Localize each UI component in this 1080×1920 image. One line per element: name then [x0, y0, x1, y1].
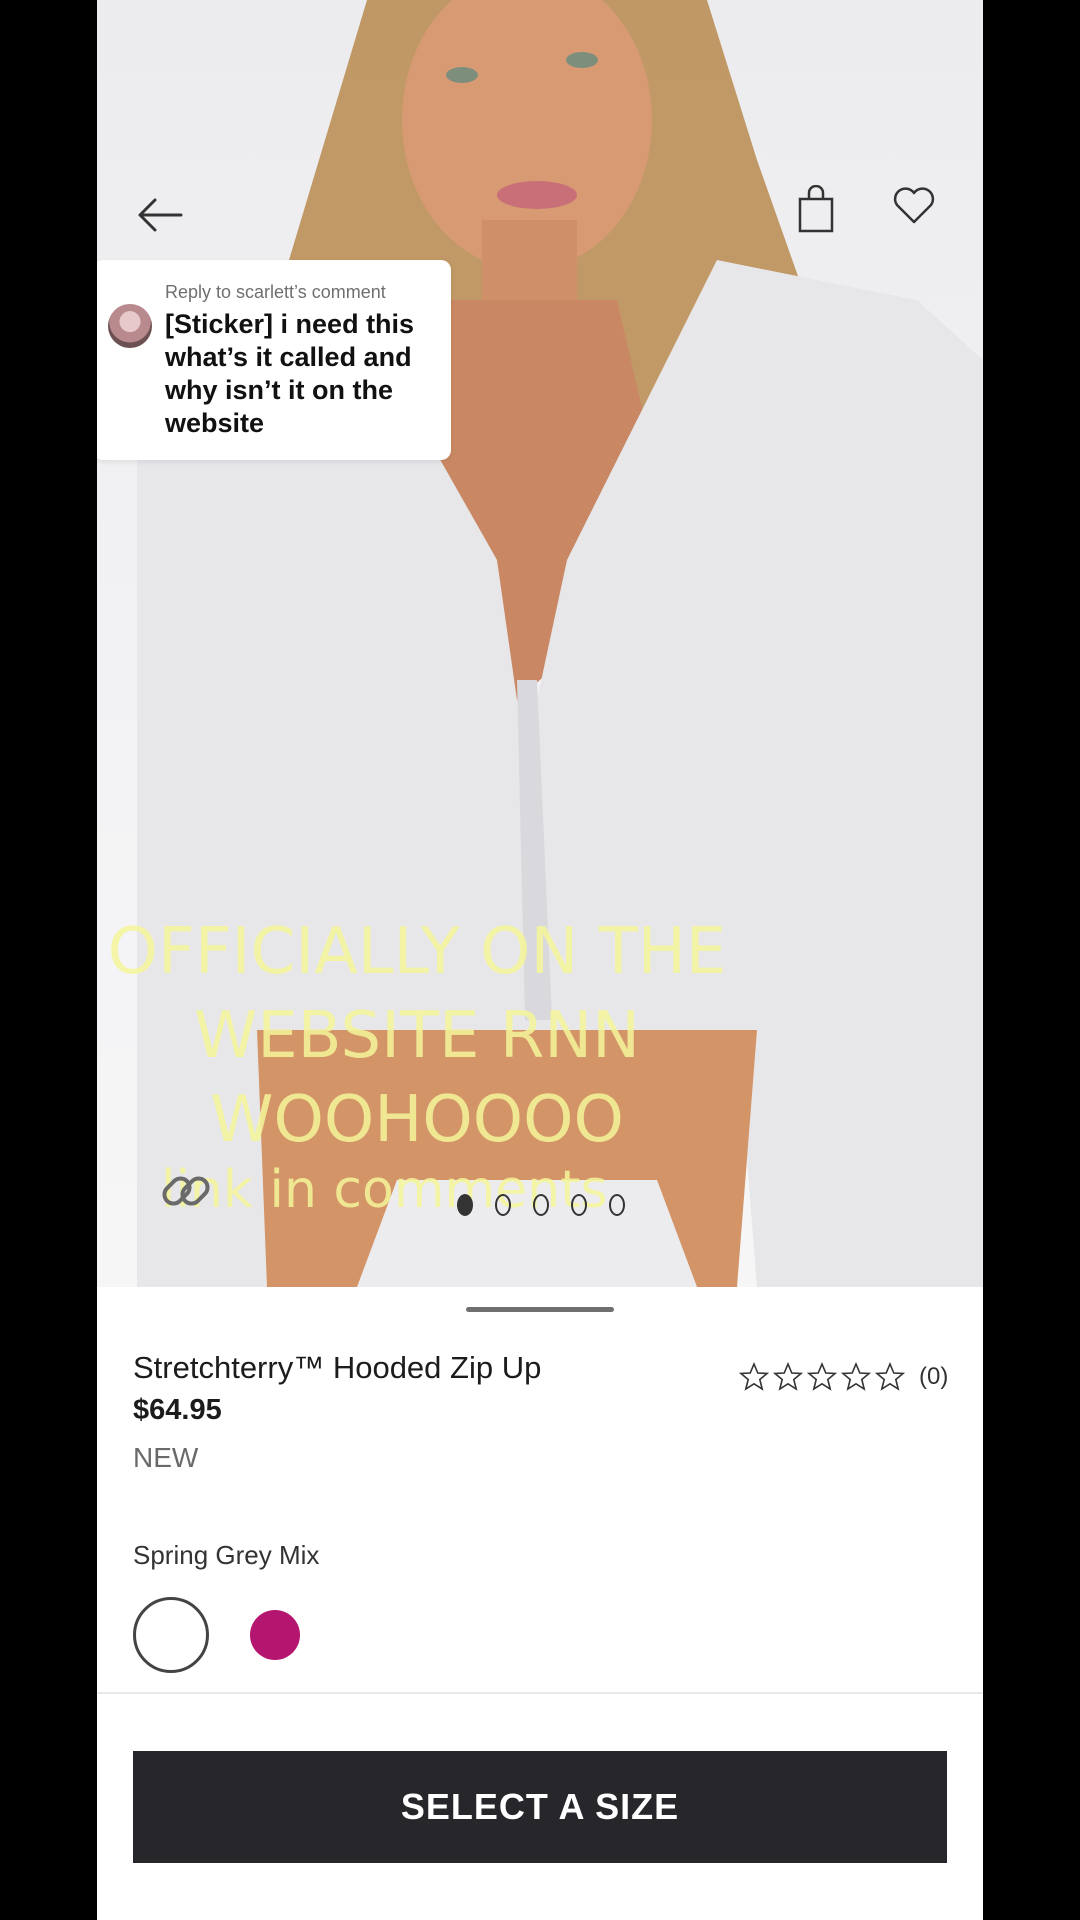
rating-count: (0)	[919, 1363, 949, 1390]
select-size-button[interactable]: SELECT A SIZE	[133, 1751, 947, 1863]
comment-reply-card[interactable]: Reply to scarlett’s comment [Sticker] i …	[97, 260, 451, 460]
star-icon	[875, 1362, 905, 1391]
carousel-dot[interactable]	[609, 1194, 625, 1216]
product-image[interactable]: Reply to scarlett’s comment [Sticker] i …	[97, 0, 983, 1287]
product-title: Stretchterry™ Hooded Zip Up	[133, 1350, 542, 1385]
star-icon	[773, 1362, 803, 1391]
product-price: $64.95	[133, 1394, 222, 1426]
carousel-dot[interactable]	[495, 1194, 511, 1216]
shopping-bag-icon[interactable]	[794, 184, 838, 233]
reply-text: [Sticker] i need this what’s it called a…	[165, 309, 415, 438]
status-bar	[97, 30, 983, 90]
carousel-dot[interactable]	[533, 1194, 549, 1216]
color-name: Spring Grey Mix	[133, 1540, 320, 1570]
overlay-caption: OFFICIALLY ON THE WEBSITE RNN WOOHOOOO	[107, 915, 727, 1157]
carousel-dots[interactable]	[457, 1194, 625, 1216]
star-icon	[739, 1362, 769, 1391]
avatar	[108, 304, 152, 348]
color-swatch-grey[interactable]	[133, 1597, 209, 1673]
carousel-dot[interactable]	[571, 1194, 587, 1216]
reply-meta: Reply to scarlett’s comment	[165, 282, 386, 302]
star-icon	[841, 1362, 871, 1391]
color-swatch-magenta[interactable]	[250, 1610, 300, 1660]
sheet-handle[interactable]	[466, 1307, 614, 1312]
app-frame: Reply to scarlett’s comment [Sticker] i …	[97, 0, 983, 1920]
carousel-dot[interactable]	[457, 1194, 473, 1216]
heart-icon[interactable]	[892, 185, 936, 225]
new-badge: NEW	[133, 1442, 199, 1473]
back-arrow-icon[interactable]	[135, 195, 185, 235]
divider	[97, 1692, 983, 1694]
star-icon	[807, 1362, 837, 1391]
rating[interactable]: (0)	[739, 1362, 948, 1392]
